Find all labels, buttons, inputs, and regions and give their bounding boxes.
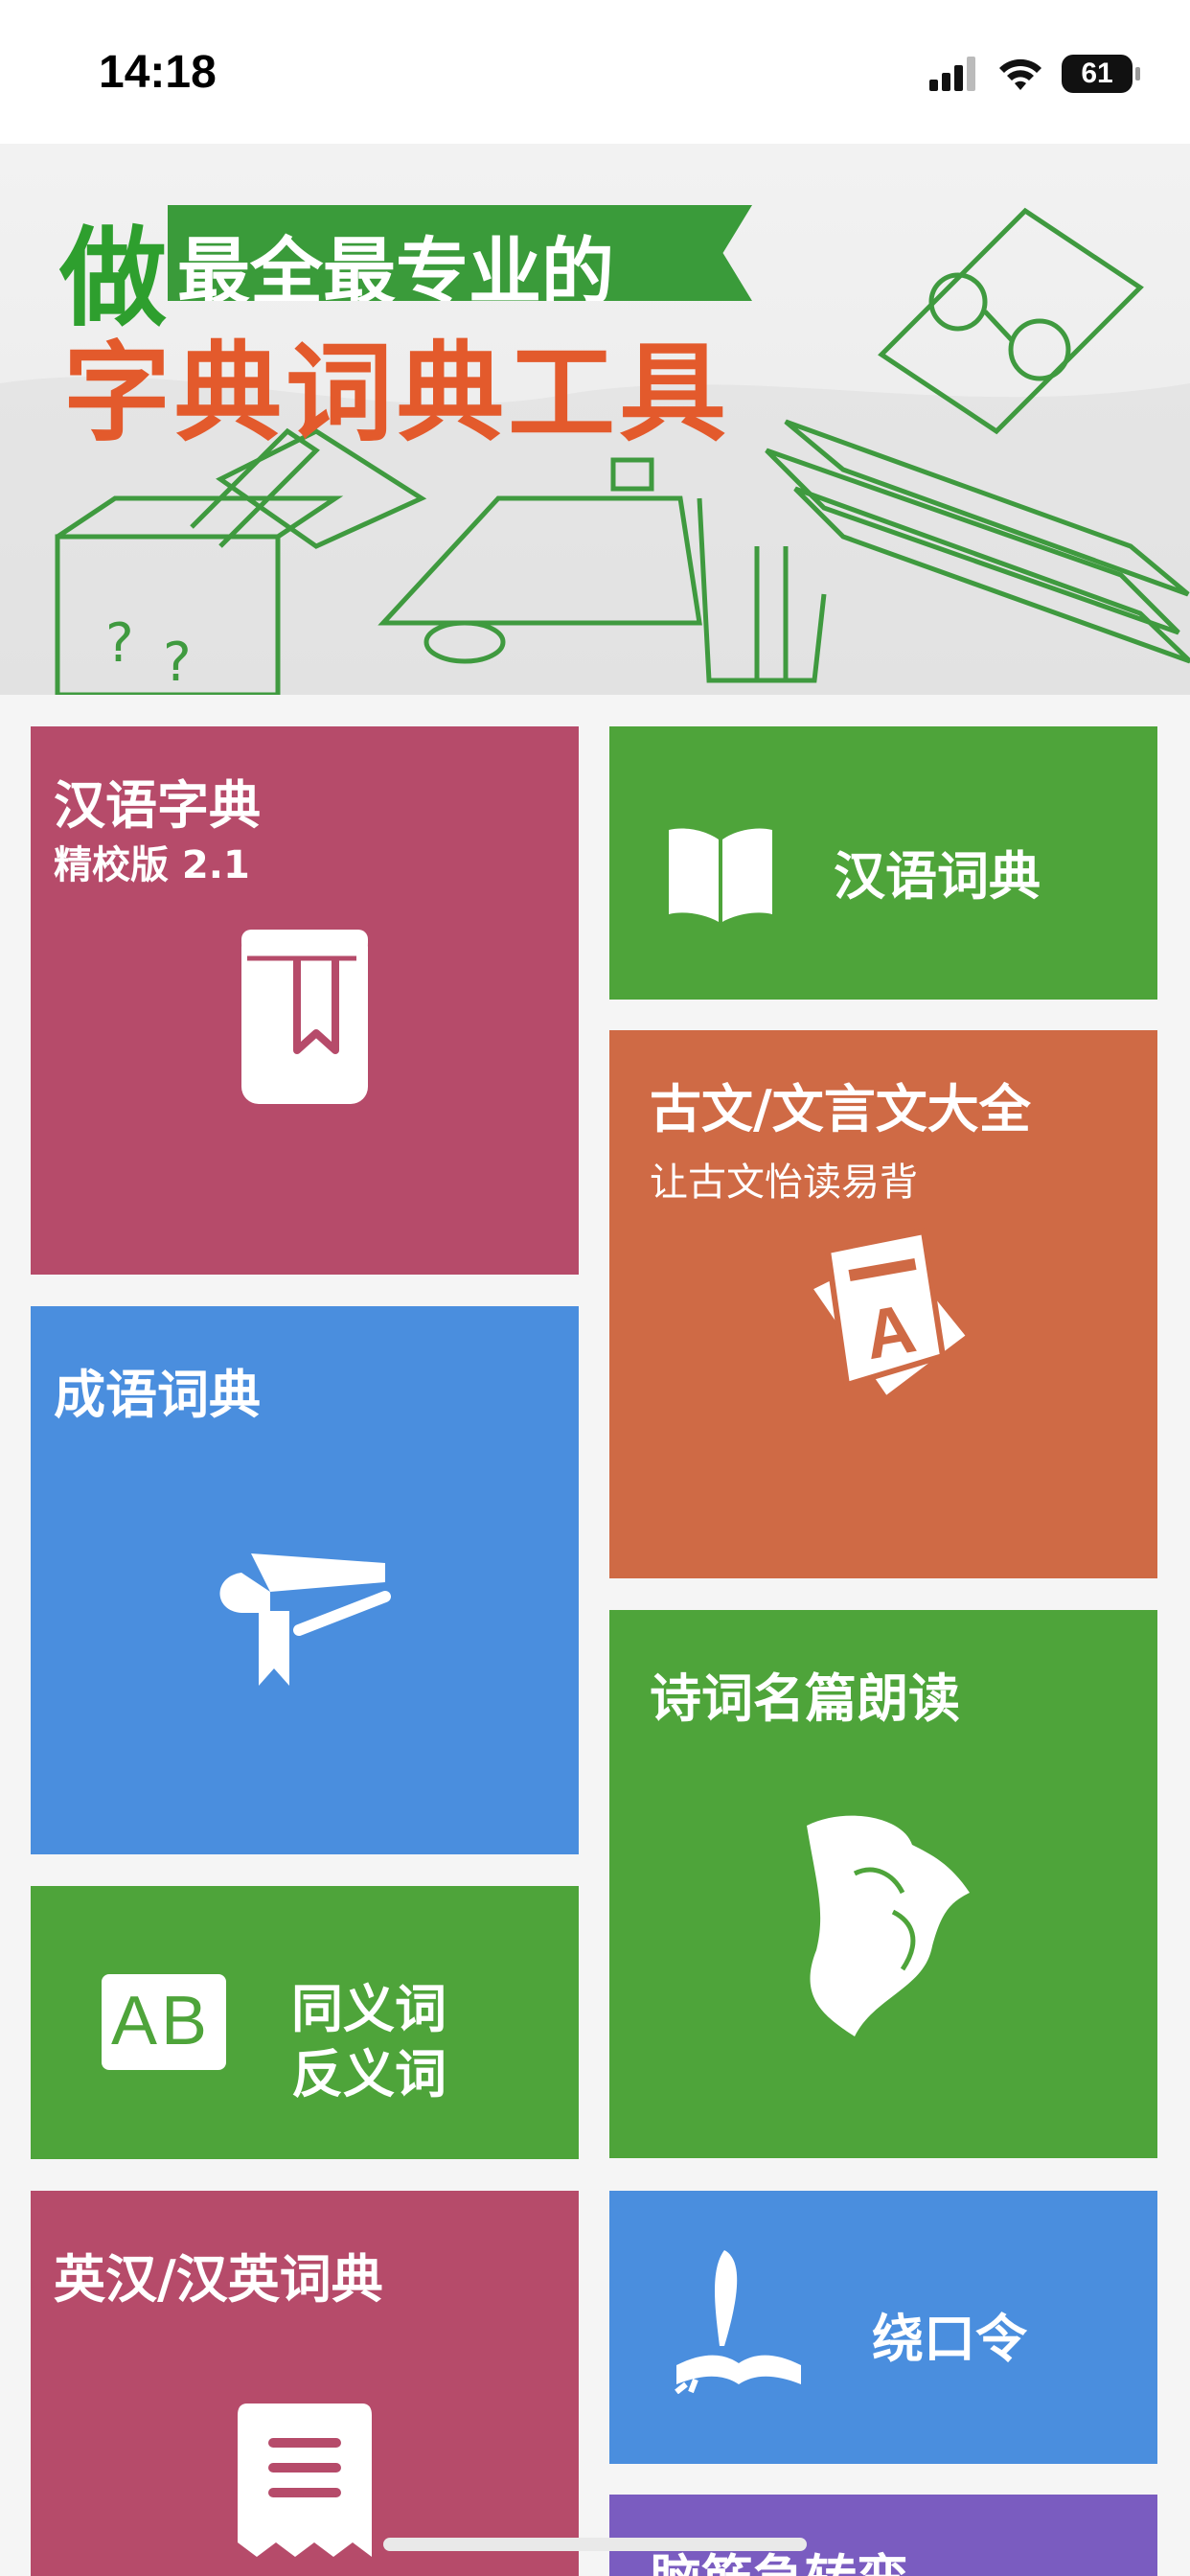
quill-book-icon [675,2250,801,2394]
home-indicator [383,2538,807,2551]
tile-subtitle: 精校版 2.1 [54,843,250,887]
battery-indicator: 61 [1062,55,1140,93]
banner-ribbon: 最全最专业的 [168,205,752,301]
menu-bookmark-icon [238,2404,372,2557]
bookmark-book-icon [241,930,368,1104]
tile-title: 汉语字典 [54,775,261,836]
tile-guwen[interactable]: 古文/文言文大全 让古文怡读易背 A [609,1030,1157,1578]
ab-book-icon: AB [102,1974,226,2070]
tile-title: 英汉/汉英词典 [54,2249,383,2310]
graduation-book-icon [219,1553,391,1686]
tile-title: 成语词典 [54,1365,261,1425]
poet-icon [807,1815,970,2036]
ab-book-letters: AB [111,1983,212,2059]
letter-a-book-icon: A [813,1228,966,1395]
status-icons: 61 [929,50,1140,98]
promo-banner[interactable]: ? ? 做 最全最专业的 字典词典工具 [0,144,1190,695]
tile-hanyu-zidian[interactable]: 汉语字典 精校版 2.1 [31,726,579,1275]
tile-yinghan[interactable]: 英汉/汉英词典 [31,2191,579,2576]
tile-shici[interactable]: 诗词名篇朗读 [609,1610,1157,2158]
tile-title: 汉语词典 [834,846,1041,907]
tile-chengyu[interactable]: 成语词典 [31,1306,579,1854]
tile-hanyu-cidian[interactable]: 汉语词典 [609,726,1157,1000]
tile-title: 古文/文言文大全 [650,1079,1031,1139]
wifi-icon [999,58,1041,90]
banner-title: 字典词典工具 [63,332,730,456]
tile-title: 诗词名篇朗读 [650,1668,960,1729]
tile-title: 绕口令 [872,2309,1027,2369]
open-book-icon [669,828,772,922]
tile-title-line2: 反义词 [291,2044,446,2104]
cellular-signal-icon [929,57,975,91]
battery-level: 61 [1081,58,1113,89]
tile-tongyi-fanyi[interactable]: AB 同义词 反义词 [31,1886,579,2159]
status-time: 14:18 [99,47,217,98]
tile-naojin[interactable]: 脑筋急转弯 [609,2495,1157,2576]
svg-text:?: ? [105,612,134,675]
tile-subtitle: 让古文怡读易背 [650,1161,918,1205]
tile-raokouling[interactable]: 绕口令 [609,2191,1157,2464]
status-bar: 14:18 61 [0,0,1190,144]
svg-text:?: ? [163,632,192,694]
